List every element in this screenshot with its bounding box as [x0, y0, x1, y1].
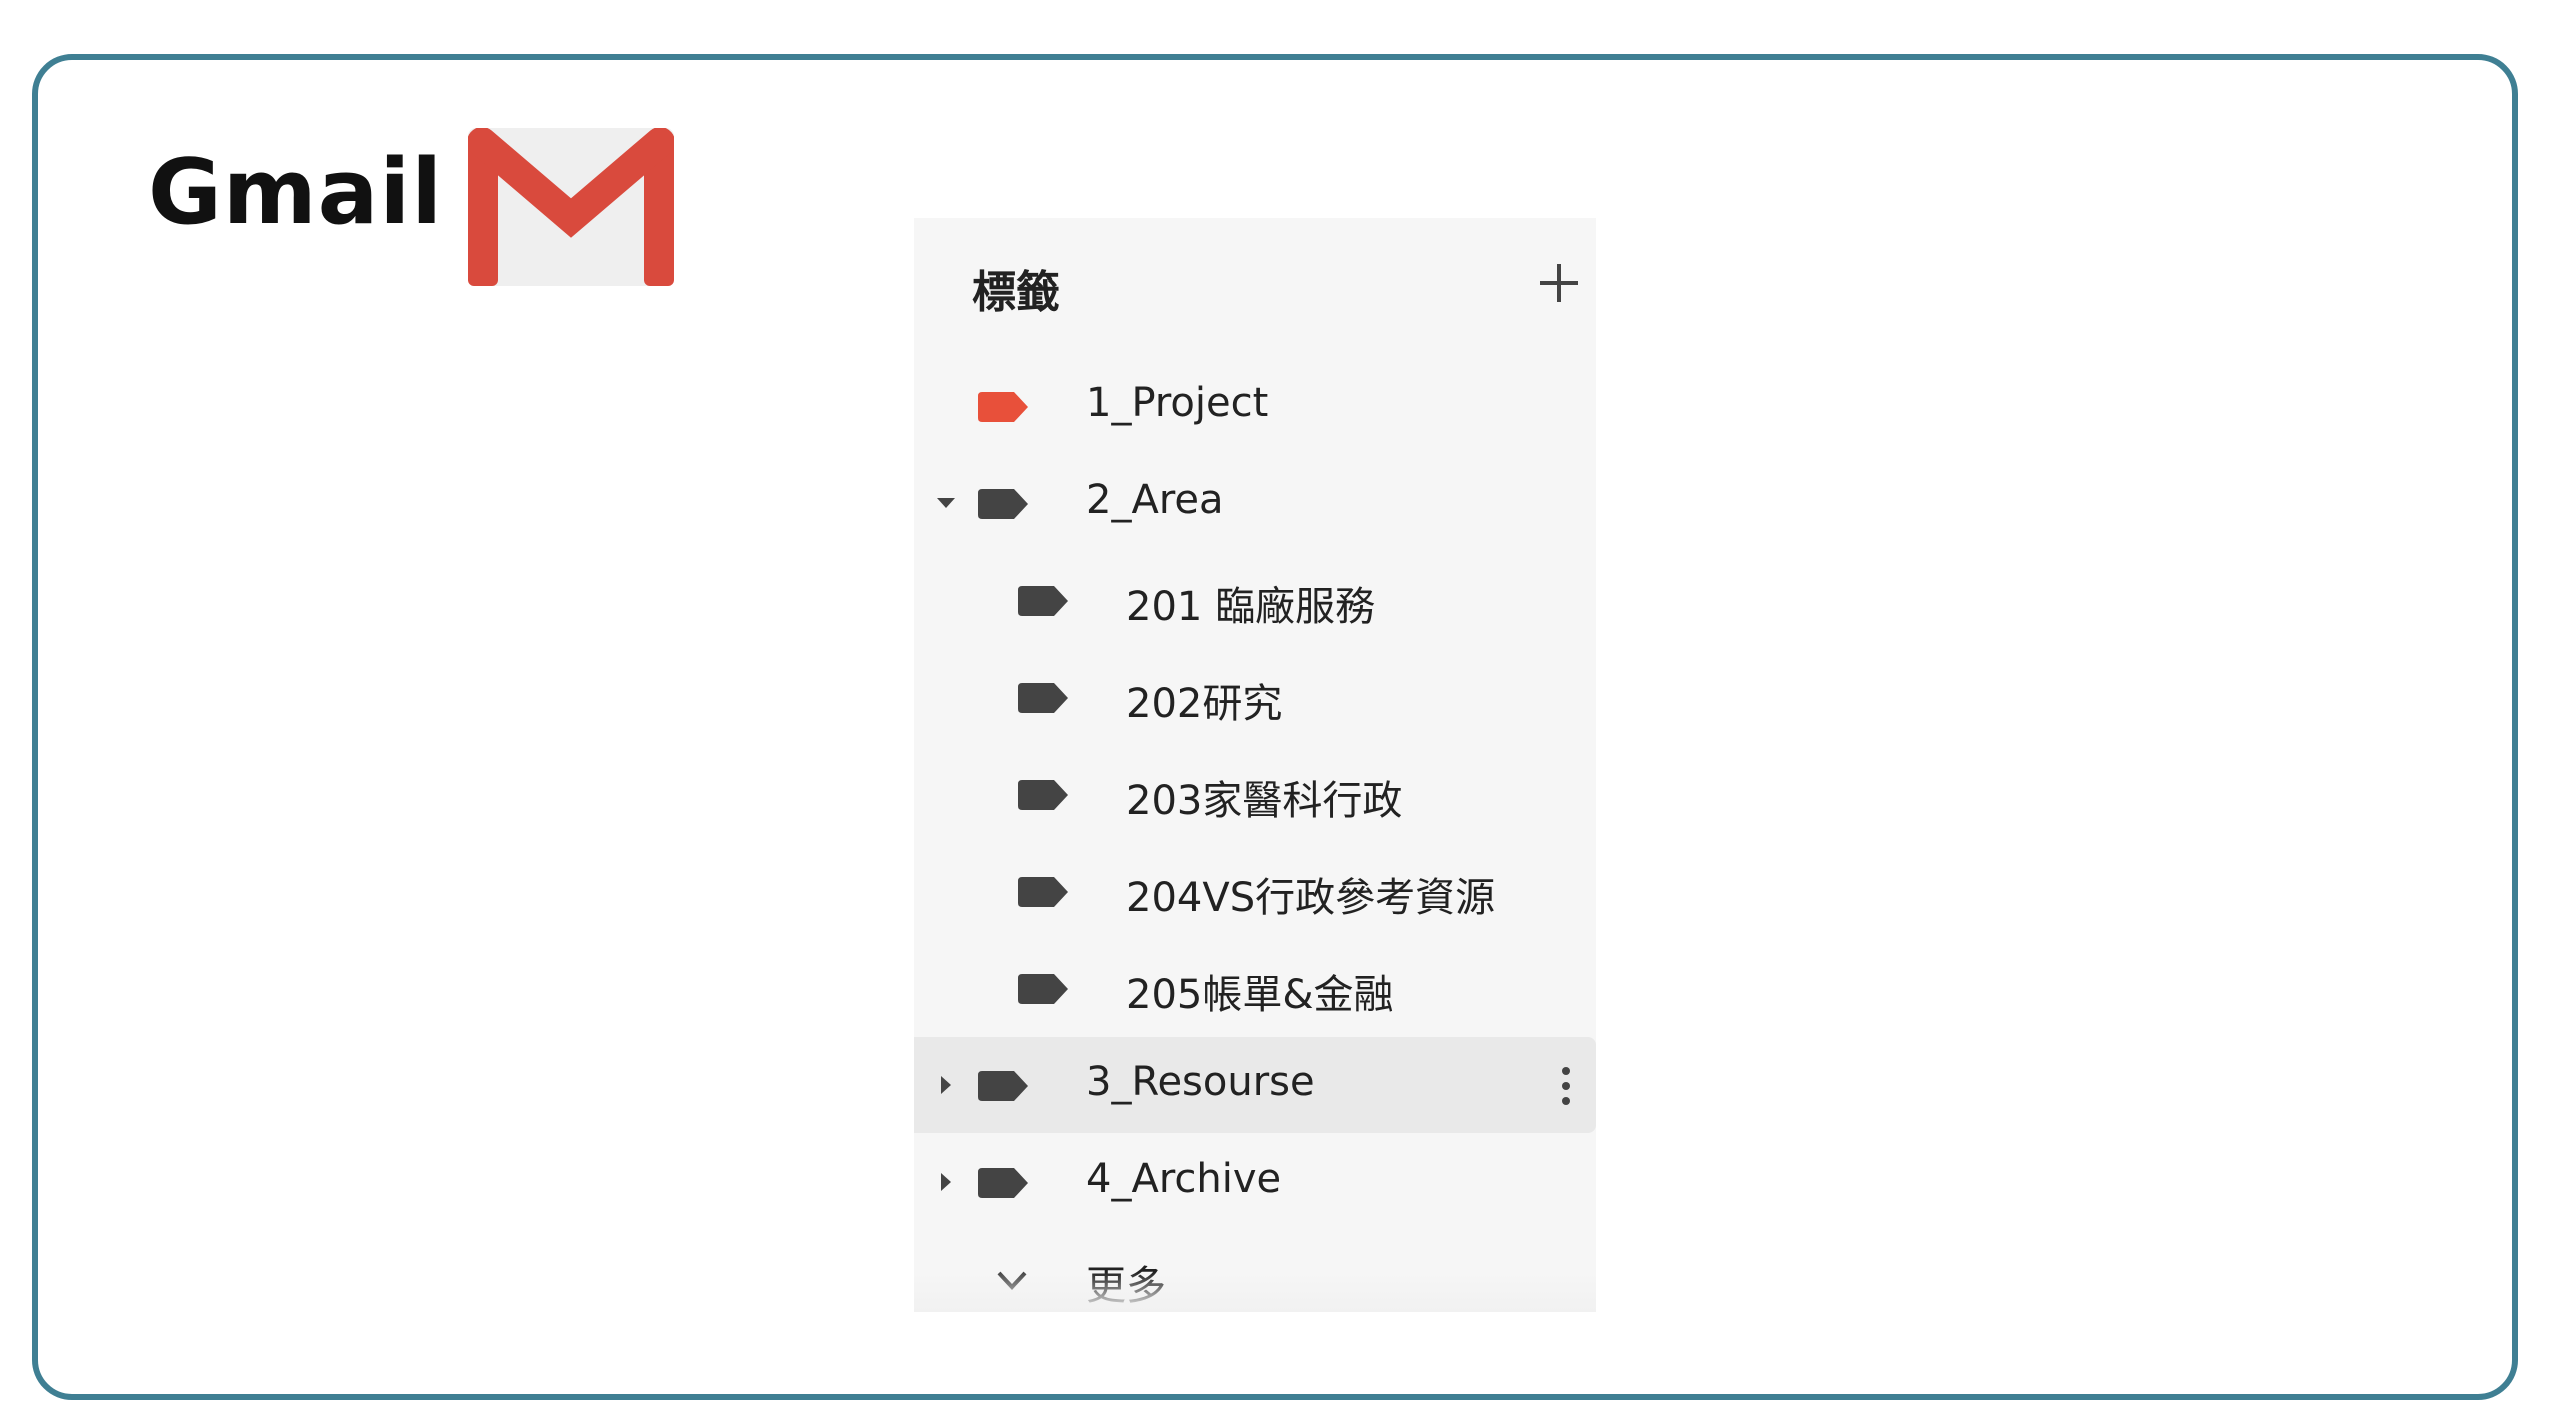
- labels-title: 標籤: [972, 267, 1060, 318]
- label-text: 201 臨廠服務: [1126, 584, 1376, 630]
- label-text: 205帳單&金融: [1126, 972, 1394, 1018]
- gmail-logo-icon: [468, 128, 674, 286]
- label-text: 1_Project: [1086, 380, 1269, 426]
- label-tag-icon: [1018, 974, 1068, 1004]
- label-text: 4_Archive: [1086, 1156, 1282, 1202]
- label-tag-icon: [1018, 586, 1068, 616]
- label-row[interactable]: 203家醫科行政: [914, 746, 1596, 842]
- caret-down-icon[interactable]: [934, 491, 958, 515]
- labels-panel: 標籤 1_Project 2_Area 201 臨廠服務 202研究 203家醫科行政 2…: [914, 218, 1596, 1312]
- label-row[interactable]: 2_Area: [914, 455, 1596, 551]
- label-text: 203家醫科行政: [1126, 778, 1403, 824]
- label-row[interactable]: 201 臨廠服務: [914, 552, 1596, 648]
- label-tag-icon: [1018, 780, 1068, 810]
- label-tag-icon: [978, 392, 1028, 422]
- caret-right-icon[interactable]: [934, 1073, 958, 1097]
- label-row[interactable]: 1_Project: [914, 358, 1596, 454]
- brand-title: Gmail: [148, 140, 444, 245]
- label-tag-icon: [978, 1168, 1028, 1198]
- label-row[interactable]: 4_Archive: [914, 1134, 1596, 1230]
- add-label-button[interactable]: [1534, 258, 1584, 308]
- label-tag-icon: [1018, 877, 1068, 907]
- panel-bottom-fade: [914, 1272, 1596, 1312]
- label-tag-icon: [978, 489, 1028, 519]
- more-options-icon[interactable]: [1554, 1063, 1578, 1109]
- labels-header: 標籤: [914, 246, 1596, 326]
- label-text: 202研究: [1126, 681, 1283, 727]
- label-row[interactable]: 205帳單&金融: [914, 940, 1596, 1036]
- label-tag-icon: [978, 1071, 1028, 1101]
- label-text: 2_Area: [1086, 477, 1224, 523]
- label-text: 3_Resourse: [1086, 1059, 1315, 1105]
- label-tag-icon: [1018, 683, 1068, 713]
- caret-right-icon[interactable]: [934, 1170, 958, 1194]
- label-row[interactable]: 204VS行政參考資源: [914, 843, 1596, 939]
- label-row[interactable]: 3_Resourse: [914, 1037, 1596, 1133]
- label-row[interactable]: 202研究: [914, 649, 1596, 745]
- label-text: 204VS行政參考資源: [1126, 875, 1496, 921]
